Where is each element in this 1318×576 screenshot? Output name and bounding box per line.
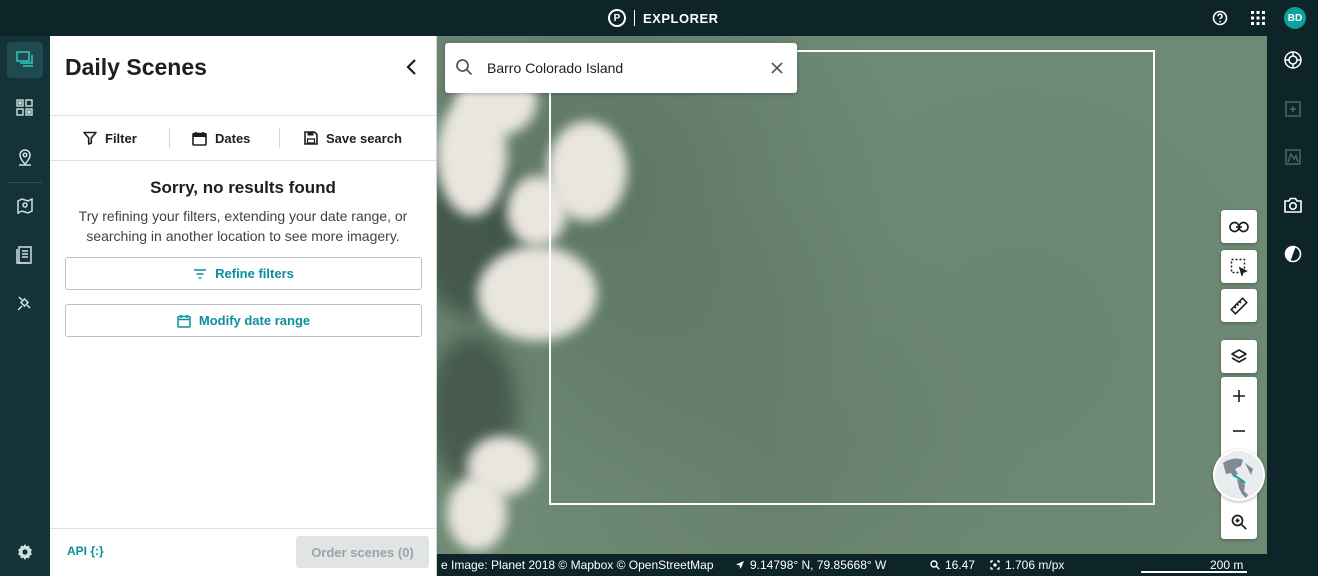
spectral-analysis-icon[interactable] [1275, 42, 1311, 78]
filter-button[interactable]: Filter [83, 128, 137, 148]
apps-grid-icon[interactable] [1248, 8, 1268, 28]
location-pin-icon[interactable] [7, 139, 43, 175]
resolution-value: 1.706 m/px [1005, 558, 1065, 572]
filter-lines-icon [194, 268, 207, 279]
calendar-icon [192, 131, 207, 146]
area-of-interest-rectangle[interactable] [549, 50, 1155, 505]
panel-toolbar: Filter Dates Save search [50, 116, 436, 160]
refine-filters-button[interactable]: Refine filters [65, 257, 422, 290]
filter-icon [83, 131, 97, 145]
toolbar-divider [50, 160, 436, 161]
user-avatar[interactable]: BD [1284, 7, 1306, 29]
orders-list-icon[interactable] [7, 237, 43, 273]
globe-minimap-icon[interactable] [1213, 449, 1265, 501]
help-icon[interactable] [1210, 8, 1230, 28]
panel-title: Daily Scenes [65, 54, 207, 80]
filter-label: Filter [105, 130, 137, 146]
order-scenes-button[interactable]: Order scenes (0) [296, 536, 429, 568]
refine-filters-label: Refine filters [215, 266, 294, 281]
add-analysis-icon[interactable] [1275, 91, 1311, 127]
attribution-text[interactable]: e Image: Planet 2018 © Mapbox © OpenStre… [441, 558, 714, 572]
select-area-icon[interactable] [1221, 250, 1257, 283]
daily-scenes-panel: Daily Scenes Filter Dates Save search So… [50, 36, 437, 576]
mosaics-grid-icon[interactable] [7, 90, 43, 126]
dates-button[interactable]: Dates [192, 128, 250, 148]
clear-search-close-icon[interactable] [767, 58, 787, 78]
modify-date-range-button[interactable]: Modify date range [65, 304, 422, 337]
camera-icon[interactable] [1275, 187, 1311, 223]
zoom-in-plus-icon[interactable] [1221, 378, 1257, 414]
satellite-tasking-icon[interactable] [7, 285, 43, 321]
planet-logo: P [608, 9, 626, 27]
magnifier-icon [930, 560, 940, 570]
share-link-icon[interactable] [1221, 210, 1257, 243]
measure-ruler-icon[interactable] [1221, 289, 1257, 322]
collapse-panel-chevron-left-icon[interactable] [400, 56, 422, 78]
app-title: EXPLORER [643, 10, 719, 26]
footer-divider [50, 528, 436, 529]
brand: P EXPLORER [608, 8, 719, 28]
map-status-bar: e Image: Planet 2018 © Mapbox © OpenStre… [437, 554, 1267, 576]
map-view[interactable]: Barro Colorado Island [437, 36, 1267, 554]
calendar-icon [177, 314, 191, 328]
search-input[interactable]: Barro Colorado Island [487, 60, 623, 76]
empty-state-message: Try refining your filters, extending you… [78, 208, 408, 244]
toolbar-separator [169, 128, 170, 148]
time-compare-icon[interactable] [1275, 236, 1311, 272]
zoom-out-minus-icon[interactable] [1221, 413, 1257, 449]
zoom-value: 16.47 [945, 558, 976, 572]
settings-gear-icon[interactable] [7, 534, 43, 570]
scale-bar [1141, 571, 1247, 573]
resolution-readout: 1.706 m/px [990, 558, 1064, 572]
chart-analysis-icon[interactable] [1275, 139, 1311, 175]
resolution-icon [990, 560, 1000, 570]
layers-icon[interactable] [1221, 340, 1257, 373]
toolbar-separator [279, 128, 280, 148]
empty-state-title: Sorry, no results found [150, 178, 336, 197]
search-icon [456, 59, 473, 76]
save-search-button[interactable]: Save search [304, 128, 402, 148]
cloud [447, 476, 507, 551]
scale-label: 200 m [1210, 558, 1244, 572]
right-tool-rail [1267, 36, 1318, 576]
left-nav-rail [0, 36, 50, 576]
api-link[interactable]: API {:} [67, 544, 104, 558]
daily-scenes-icon[interactable] [7, 42, 43, 78]
coordinates-value: 9.14798° N, 79.85668° W [750, 558, 887, 572]
top-bar: P EXPLORER BD [0, 0, 1318, 36]
navigation-arrow-icon [736, 561, 744, 569]
save-floppy-icon [304, 131, 318, 145]
save-search-label: Save search [326, 130, 402, 146]
brand-separator [634, 10, 635, 26]
dates-label: Dates [215, 130, 251, 146]
location-search-box[interactable]: Barro Colorado Island [445, 43, 797, 93]
rail-divider [8, 182, 42, 183]
zoom-readout: 16.47 [930, 558, 975, 572]
map-pin-icon[interactable] [7, 188, 43, 224]
zoom-to-extent-magnifier-icon[interactable] [1221, 504, 1257, 540]
modify-date-range-label: Modify date range [198, 313, 311, 328]
coordinates-readout: 9.14798° N, 79.85668° W [735, 558, 886, 572]
